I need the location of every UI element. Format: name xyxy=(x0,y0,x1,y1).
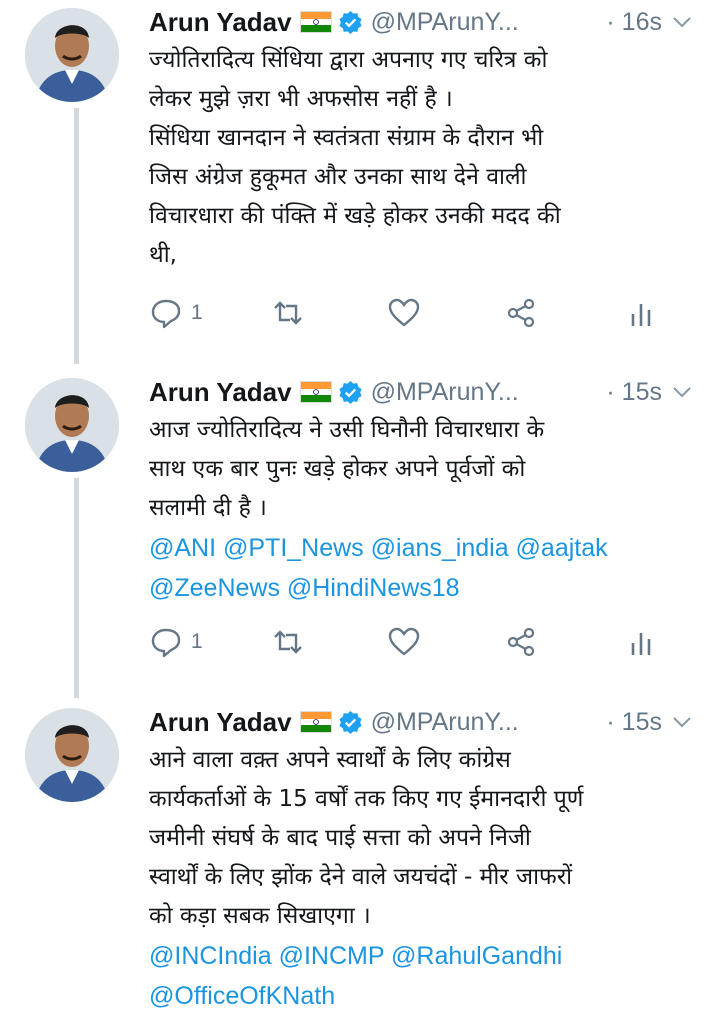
retweet-icon xyxy=(274,630,302,654)
reply-icon xyxy=(151,628,181,658)
mention-line[interactable]: @ZeeNews @HindiNews18 xyxy=(149,568,689,608)
reply-icon xyxy=(151,299,181,329)
share-icon xyxy=(507,627,535,657)
timestamp[interactable]: · 15s xyxy=(606,708,662,737)
retweet-button[interactable] xyxy=(271,620,305,664)
analytics-icon xyxy=(631,304,651,326)
tweet-text-line: कार्यकर्ताओं के 15 वर्षों तक किए गए ईमान… xyxy=(149,786,584,812)
reply-button[interactable]: 1 xyxy=(149,291,203,335)
reply-count: 1 xyxy=(191,301,203,324)
india-flag-icon xyxy=(299,381,332,403)
mention-line[interactable]: @INCIndia @INCMP @RahulGandhi xyxy=(149,936,689,976)
like-icon xyxy=(388,627,420,656)
author-name[interactable]: Arun Yadav xyxy=(149,7,292,38)
tweet-text-line: जिस अंग्रेज हुकूमत और उनका साथ देने वाली xyxy=(149,164,527,190)
reply-button[interactable]: 1 xyxy=(149,620,203,664)
share-icon xyxy=(507,298,535,328)
share-button[interactable] xyxy=(504,620,538,664)
chevron-down-icon[interactable] xyxy=(670,380,694,404)
thread-line xyxy=(74,108,79,364)
verified-badge-icon xyxy=(339,710,362,734)
tweet-text-line: स्वार्थों के लिए झोंक देने वाले जयचंदों … xyxy=(149,864,573,890)
tweet-header: Arun Yadav @MPArunY... · 16s xyxy=(149,0,694,44)
tweet-actions: 1 xyxy=(149,620,669,664)
analytics-button[interactable] xyxy=(624,620,658,664)
analytics-icon xyxy=(631,633,651,655)
avatar[interactable] xyxy=(25,708,119,802)
india-flag-icon xyxy=(299,11,332,33)
like-button[interactable] xyxy=(387,620,421,664)
avatar[interactable] xyxy=(25,378,119,472)
tweet-text-line: थी, xyxy=(149,242,177,268)
author-handle[interactable]: @MPArunY... xyxy=(371,378,519,407)
tweet-text: ज्योतिरादित्य सिंधिया द्वारा अपनाए गए चर… xyxy=(149,41,689,275)
tweet-text-line: आज ज्योतिरादित्य ने उसी घिनौनी विचारधारा… xyxy=(149,417,545,443)
tweet-text-line: सिंधिया खानदान ने स्वतंत्रता संग्राम के … xyxy=(149,125,544,151)
author-handle[interactable]: @MPArunY... xyxy=(371,708,519,737)
avatar[interactable] xyxy=(25,8,119,102)
tweet[interactable]: Arun Yadav @MPArunY... · 15s आने वाला वक… xyxy=(0,700,705,1024)
tweet-header: Arun Yadav @MPArunY... · 15s xyxy=(149,370,694,414)
chevron-down-icon[interactable] xyxy=(670,710,694,734)
tweet-text-line: को कड़ा सबक सिखाएगा । xyxy=(149,903,371,929)
tweet-text-line: साथ एक बार पुनः खड़े होकर अपने पूर्वजों … xyxy=(149,456,526,482)
tweet-text: आने वाला वक़्त अपने स्वार्थों के लिए कां… xyxy=(149,741,689,1016)
mention-line[interactable]: @OfficeOfKNath xyxy=(149,976,689,1016)
india-flag-icon xyxy=(299,711,332,733)
like-button[interactable] xyxy=(387,291,421,335)
analytics-button[interactable] xyxy=(624,291,658,335)
timestamp[interactable]: · 15s xyxy=(606,378,662,407)
tweet-text-line: सलामी दी है । xyxy=(149,495,267,521)
tweet-text-line: विचारधारा की पंक्ति में खड़े होकर उनकी म… xyxy=(149,203,561,229)
timestamp[interactable]: · 16s xyxy=(606,8,662,37)
author-name[interactable]: Arun Yadav xyxy=(149,707,292,738)
like-icon xyxy=(388,298,420,327)
tweet-actions: 1 xyxy=(149,291,669,335)
tweet-text-line: ज्योतिरादित्य सिंधिया द्वारा अपनाए गए चर… xyxy=(149,47,548,73)
retweet-icon xyxy=(274,301,302,325)
tweet-text: आज ज्योतिरादित्य ने उसी घिनौनी विचारधारा… xyxy=(149,411,689,608)
tweet[interactable]: Arun Yadav @MPArunY... · 16s ज्योतिरादित… xyxy=(0,0,705,364)
tweet-text-line: आने वाला वक़्त अपने स्वार्थों के लिए कां… xyxy=(149,747,511,773)
verified-badge-icon xyxy=(339,380,362,404)
author-handle[interactable]: @MPArunY... xyxy=(371,8,519,37)
mention-line[interactable]: @ANI @PTI_News @ians_india @aajtak xyxy=(149,528,689,568)
author-name[interactable]: Arun Yadav xyxy=(149,377,292,408)
reply-count: 1 xyxy=(191,630,203,653)
thread-line xyxy=(74,478,79,698)
tweet-text-line: लेकर मुझे ज़रा भी अफसोस नहीं है । xyxy=(149,86,453,112)
verified-badge-icon xyxy=(339,10,362,34)
tweet-header: Arun Yadav @MPArunY... · 15s xyxy=(149,700,694,744)
share-button[interactable] xyxy=(504,291,538,335)
retweet-button[interactable] xyxy=(271,291,305,335)
chevron-down-icon[interactable] xyxy=(670,10,694,34)
tweet[interactable]: Arun Yadav @MPArunY... · 15s आज ज्योतिरा… xyxy=(0,370,705,700)
tweet-text-line: जमीनी संघर्ष के बाद पाई सत्ता को अपने नि… xyxy=(149,825,531,851)
